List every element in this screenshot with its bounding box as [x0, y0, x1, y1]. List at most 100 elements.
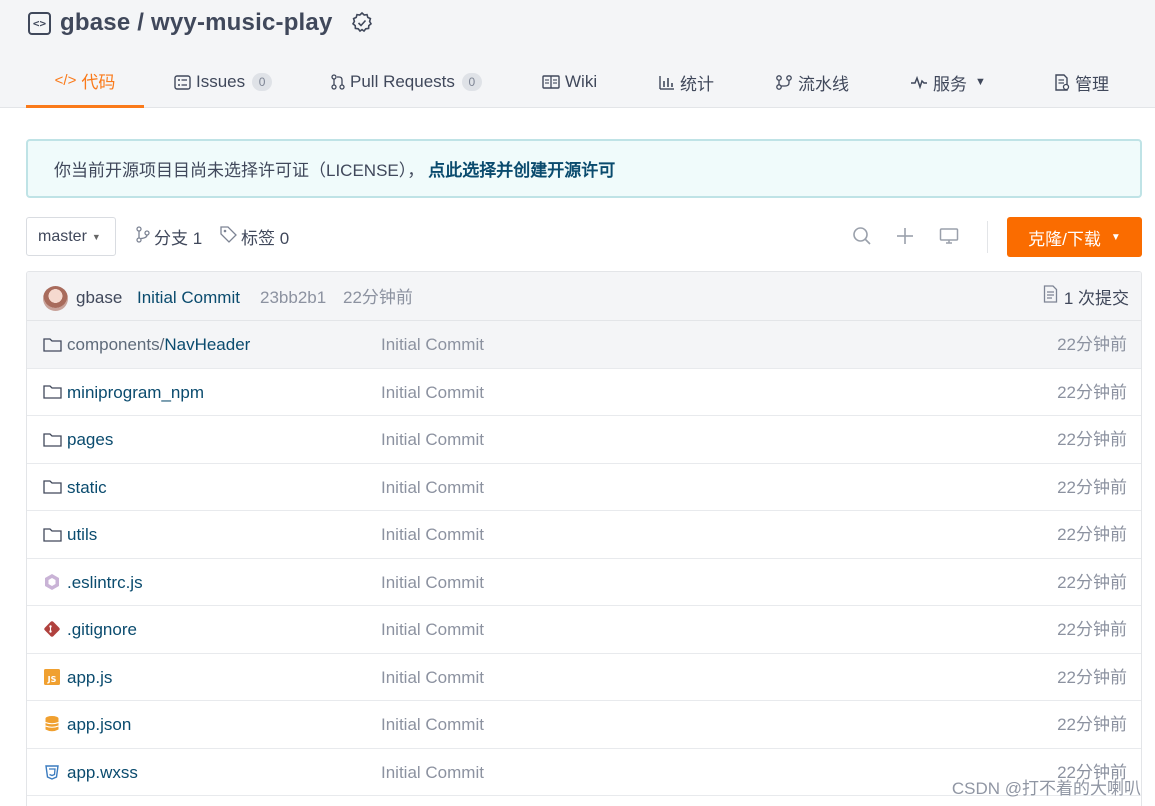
table-row[interactable]: .eslintrc.js Initial Commit 22分钟前: [27, 559, 1141, 606]
file-name[interactable]: app.json: [67, 701, 131, 748]
tab-services[interactable]: 服务 ▼: [910, 56, 986, 108]
repo-separator: /: [130, 9, 151, 36]
file-name[interactable]: miniprogram_npm: [67, 369, 204, 416]
file-commit-message[interactable]: Initial Commit: [381, 654, 484, 701]
table-row[interactable]: .gitignore Initial Commit 22分钟前: [27, 606, 1141, 654]
code-bracket-icon: <>: [28, 11, 51, 35]
book-icon: [542, 75, 560, 89]
file-commit-message[interactable]: Initial Commit: [381, 559, 484, 606]
tab-pull-requests[interactable]: Pull Requests 0: [331, 56, 482, 108]
file-name[interactable]: utils: [67, 511, 97, 558]
tab-stats-label: 统计: [680, 74, 714, 94]
file-commit-time: 22分钟前: [1057, 525, 1127, 544]
commit-message[interactable]: Initial Commit: [137, 272, 240, 321]
clone-download-label: 克隆/下载: [1028, 229, 1101, 249]
tab-services-label: 服务: [933, 74, 967, 94]
file-commit-message[interactable]: Initial Commit: [381, 464, 484, 511]
issues-count-badge: 0: [252, 73, 273, 91]
file-name[interactable]: .eslintrc.js: [67, 559, 143, 606]
license-notice-text: 你当前开源项目目尚未选择许可证（LICENSE），: [54, 161, 425, 180]
repo-header: <> gbase / wyy-music-play </> 代码 Issues …: [0, 0, 1155, 108]
tab-admin-label: 管理: [1075, 74, 1109, 94]
file-commit-time: 22分钟前: [1057, 667, 1127, 687]
folder-icon: [42, 335, 62, 353]
css-icon: [42, 763, 62, 781]
file-commit-message[interactable]: Initial Commit: [381, 701, 484, 748]
tab-issues[interactable]: Issues 0: [174, 56, 273, 108]
pull-requests-count-badge: 0: [461, 73, 482, 91]
chevron-down-icon: ▼: [975, 76, 986, 88]
tab-wiki-label: Wiki: [565, 72, 598, 91]
commit-author[interactable]: gbase: [76, 272, 122, 321]
tab-code-label: 代码: [81, 73, 116, 92]
eslint-icon: [42, 573, 62, 591]
table-row[interactable]: app.json Initial Commit 22分钟前: [27, 701, 1141, 749]
search-icon[interactable]: [851, 225, 873, 247]
bar-chart-icon: [659, 75, 675, 90]
svg-text:JS: JS: [47, 675, 57, 684]
file-commit-message[interactable]: Initial Commit: [381, 606, 484, 653]
file-commit-message[interactable]: Initial Commit: [381, 749, 484, 796]
tab-stats[interactable]: 统计: [659, 56, 714, 108]
file-name[interactable]: app.wxss: [67, 749, 138, 796]
file-name[interactable]: components/NavHeader: [67, 321, 250, 368]
tab-pipeline[interactable]: 流水线: [775, 56, 849, 108]
file-commit-time: 22分钟前: [1057, 620, 1127, 639]
tags-label: 标签 0: [241, 229, 290, 248]
code-icon: </>: [54, 72, 77, 89]
avatar[interactable]: [43, 286, 68, 311]
tab-wiki[interactable]: Wiki: [542, 56, 597, 108]
git-icon: [42, 620, 62, 638]
folder-icon: [42, 383, 62, 401]
tags-link[interactable]: 标签 0: [220, 217, 289, 256]
award-badge-icon[interactable]: [350, 11, 374, 35]
table-row[interactable]: static Initial Commit 22分钟前: [27, 464, 1141, 511]
license-notice: 你当前开源项目目尚未选择许可证（LICENSE）， 点此选择并创建开源许可: [26, 139, 1142, 198]
latest-commit-bar: gbase Initial Commit 23bb2b1 22分钟前 1 次提交: [27, 272, 1141, 321]
csdn-watermark: CSDN @打不着的大喇叭: [951, 779, 1141, 798]
file-name[interactable]: app.js: [67, 654, 112, 701]
tab-pull-requests-label: Pull Requests: [350, 72, 455, 91]
commit-sha[interactable]: 23bb2b1: [260, 272, 326, 321]
branches-link[interactable]: 分支 1: [135, 217, 202, 256]
create-license-link[interactable]: 点此选择并创建开源许可: [428, 156, 615, 181]
file-commit-time: 22分钟前: [1057, 572, 1127, 592]
add-file-icon[interactable]: [894, 225, 916, 247]
settings-doc-icon: [1054, 73, 1070, 91]
file-commit-message[interactable]: Initial Commit: [381, 416, 484, 463]
folder-icon: [42, 525, 62, 543]
file-name[interactable]: static: [67, 464, 107, 511]
table-row[interactable]: utils Initial Commit 22分钟前: [27, 511, 1141, 559]
file-commit-message[interactable]: Initial Commit: [381, 321, 484, 368]
repo-name[interactable]: wyy-music-play: [151, 9, 333, 37]
file-name-text: NavHeader: [164, 335, 251, 354]
file-commit-message[interactable]: Initial Commit: [381, 511, 484, 558]
file-commit-time: 22分钟前: [1057, 382, 1127, 402]
tab-code[interactable]: </> 代码: [26, 56, 144, 108]
issues-icon: [174, 74, 191, 90]
commit-history-icon: [1043, 285, 1058, 308]
commits-count-link[interactable]: 1 次提交: [1043, 272, 1129, 321]
file-name[interactable]: .gitignore: [67, 606, 137, 653]
tab-admin[interactable]: 管理: [1054, 56, 1109, 108]
file-commit-time: 22分钟前: [1057, 477, 1127, 497]
tab-issues-label: Issues: [196, 72, 246, 91]
table-row[interactable]: components/NavHeader Initial Commit 22分钟…: [27, 321, 1141, 369]
json-database-icon: [42, 715, 62, 733]
pipeline-icon: [775, 74, 793, 90]
branch-select-value: master: [38, 227, 87, 245]
clone-download-button[interactable]: 克隆/下载 ▼: [1007, 217, 1142, 257]
branches-label: 分支 1: [154, 229, 203, 248]
repo-owner[interactable]: gbase: [60, 9, 130, 37]
table-row[interactable]: miniprogram_npm Initial Commit 22分钟前: [27, 369, 1141, 416]
folder-icon: [42, 430, 62, 448]
file-name[interactable]: pages: [67, 416, 113, 463]
pulse-icon: [910, 75, 928, 89]
toolbar-divider: [987, 221, 988, 253]
file-commit-message[interactable]: Initial Commit: [381, 369, 484, 416]
web-ide-icon[interactable]: [938, 225, 960, 247]
branch-select[interactable]: master ▼: [26, 217, 116, 256]
table-row[interactable]: JS app.js Initial Commit 22分钟前: [27, 654, 1141, 701]
table-row[interactable]: pages Initial Commit 22分钟前: [27, 416, 1141, 464]
file-commit-time: 22分钟前: [1057, 715, 1127, 734]
